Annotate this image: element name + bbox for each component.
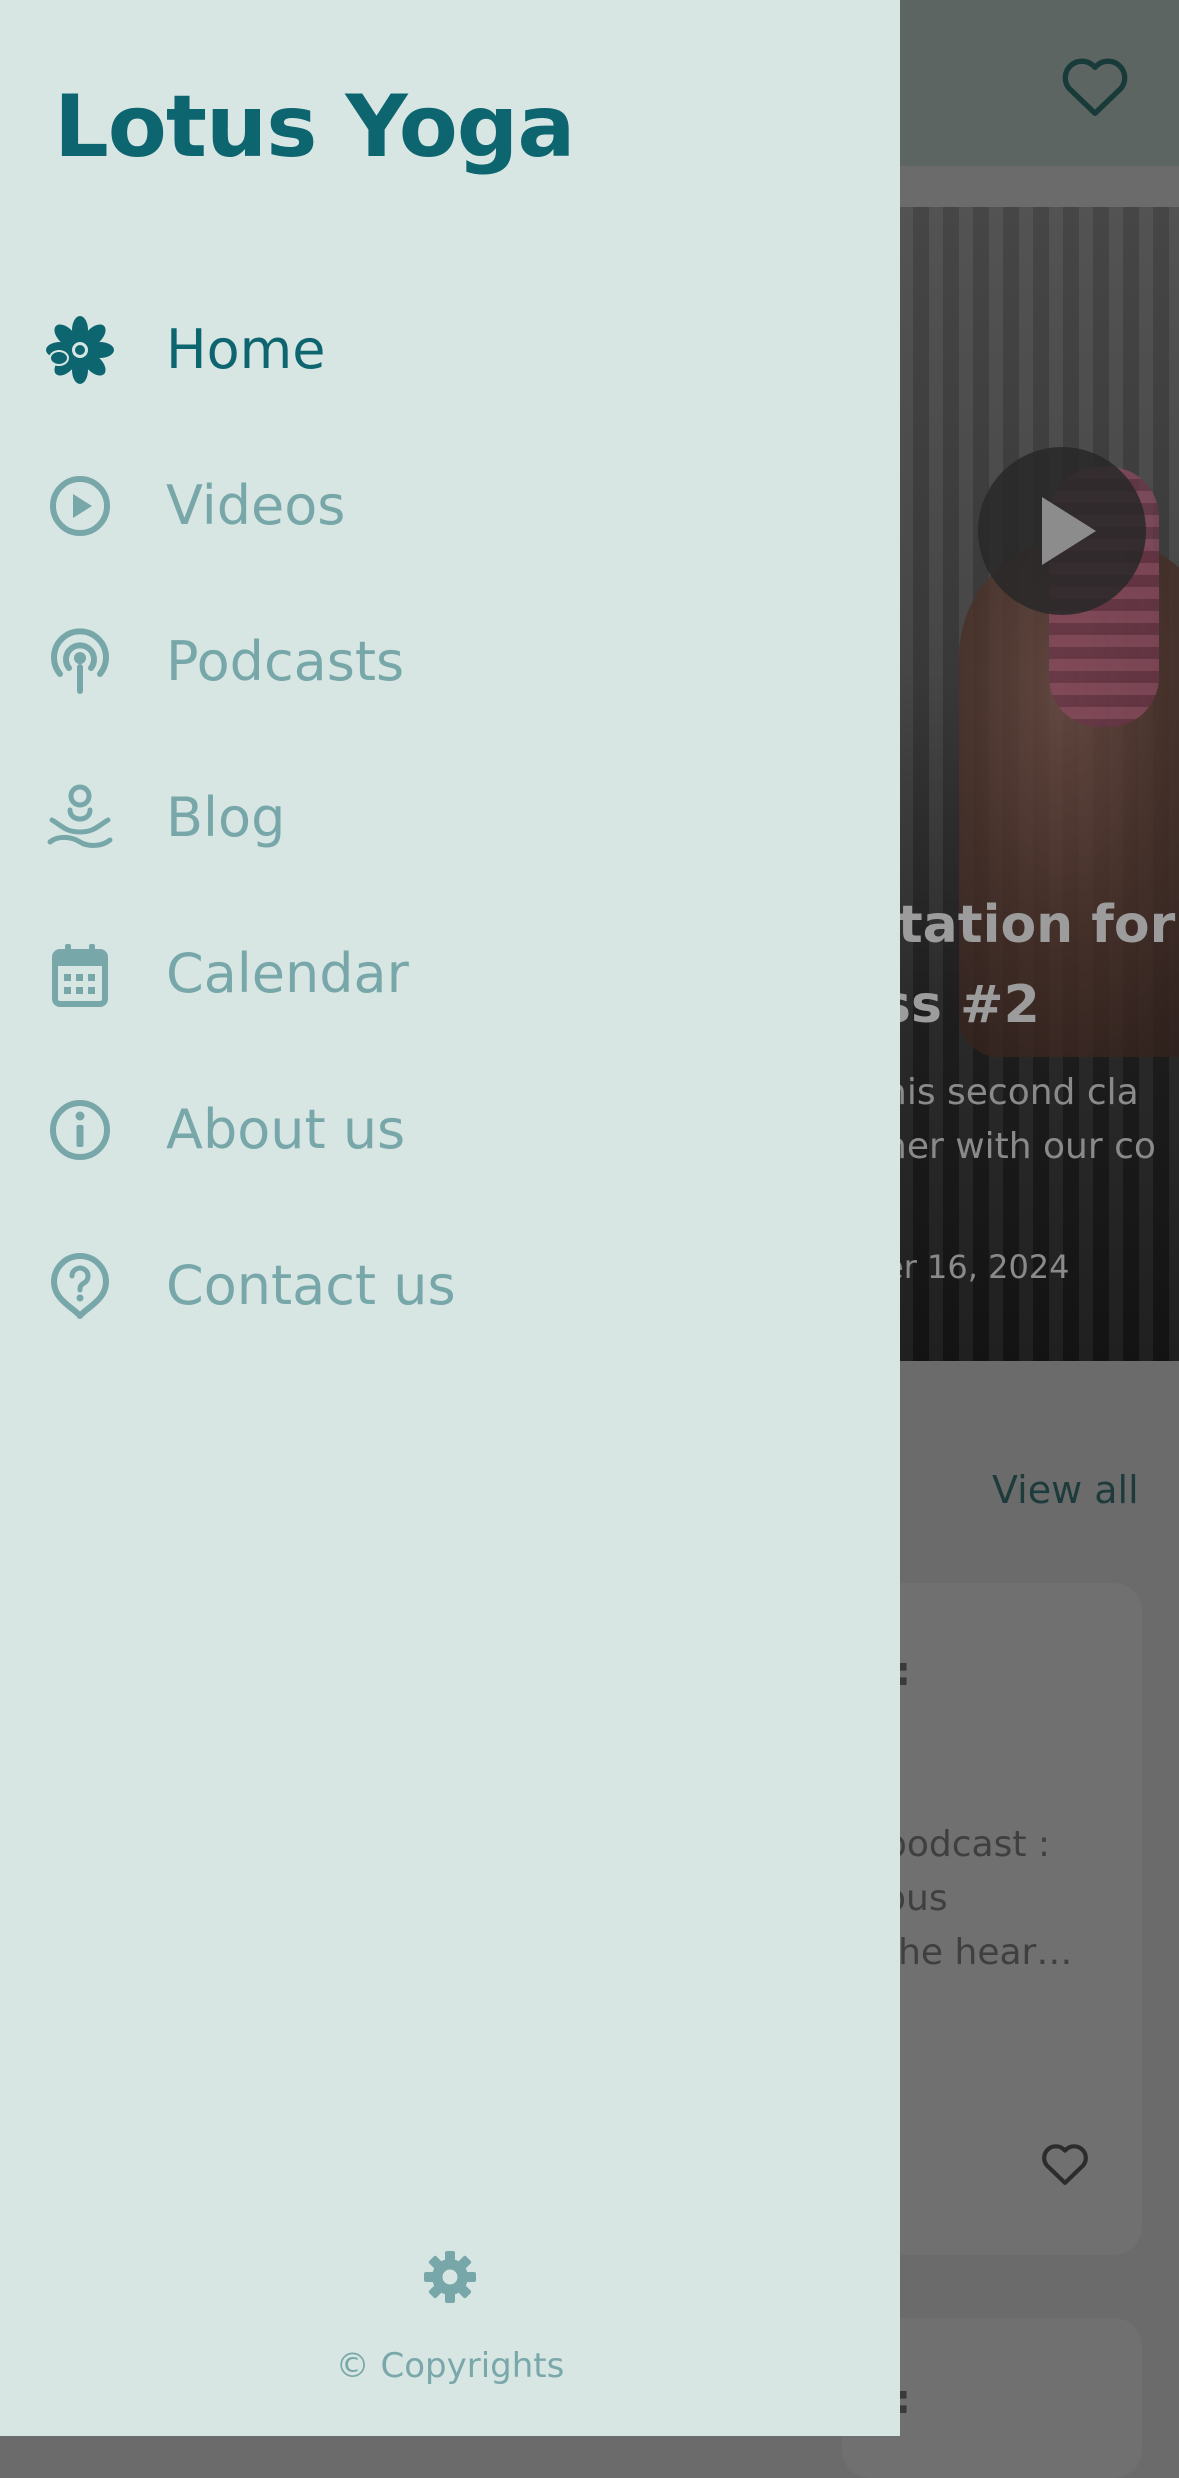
play-button[interactable] [978,447,1146,615]
featured-video-title: itation for ss #2 [880,895,1176,1035]
menu-item-label: Home [166,318,326,381]
navigation-drawer: Lotus Yoga Home Videos Podcasts Blog Cal… [0,0,900,2436]
view-all-link[interactable]: View all [992,1465,1139,1515]
info-icon [50,1100,110,1160]
menu-item-home[interactable]: Home [0,290,900,410]
flower-icon [46,316,114,384]
featured-video-description: his second cla her with our co [884,1072,1156,1167]
podcast-icon [51,628,109,694]
menu-item-about[interactable]: About us [0,1070,900,1190]
featured-video-card[interactable] [899,207,1179,1361]
calendar-icon [52,944,108,1007]
gear-icon[interactable] [420,2247,480,2307]
menu-item-label: Calendar [166,942,409,1005]
menu-item-label: Podcasts [166,630,405,693]
favorite-heart-icon[interactable] [1055,45,1135,125]
card-heart-icon[interactable] [1037,2135,1093,2191]
featured-video-date: er 16, 2024 [884,1248,1070,1286]
copyright-text: © Copyrights [335,2346,565,2386]
menu-item-calendar[interactable]: Calendar [0,914,900,1034]
app-title: Lotus Yoga [54,77,575,177]
menu-item-label: Videos [166,474,346,537]
menu-item-videos[interactable]: Videos [0,446,900,566]
play-circle-icon [50,476,110,536]
menu-item-contact[interactable]: Contact us [0,1226,900,1346]
menu-item-blog[interactable]: Blog [0,758,900,878]
podcast-card-description: podcast : ous the hear… [884,1824,1073,1973]
meditation-icon [47,784,113,848]
menu-item-podcasts[interactable]: Podcasts [0,602,900,722]
menu-item-label: Blog [166,786,286,849]
question-bubble-icon [51,1253,109,1319]
menu-item-label: About us [166,1098,406,1161]
menu-item-label: Contact us [166,1254,456,1317]
